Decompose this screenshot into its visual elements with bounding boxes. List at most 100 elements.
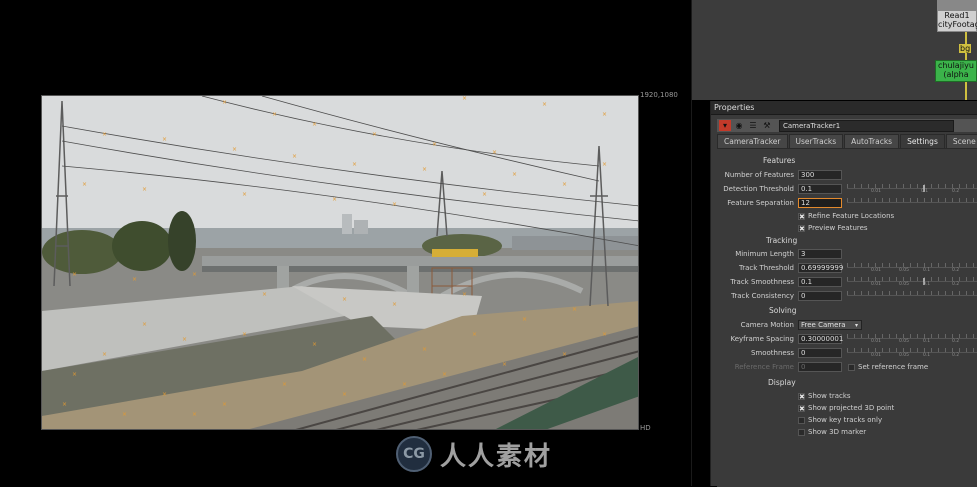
format-label: HD: [640, 424, 651, 432]
node-graph[interactable]: [692, 0, 977, 100]
svg-text:×: ×: [542, 101, 547, 108]
tab-settings[interactable]: Settings: [900, 134, 945, 148]
slider-mark: 0.01: [871, 282, 882, 287]
minimum-length-input[interactable]: 3: [798, 249, 842, 259]
svg-text:×: ×: [352, 161, 357, 168]
read-node-file: cityFootage_: [938, 20, 977, 29]
grade-node[interactable]: chulajiyu (alpha: [935, 60, 977, 82]
svg-text:×: ×: [292, 153, 297, 160]
show-key-tracks-only-box: [798, 416, 805, 424]
viewer-frame[interactable]: × × × × × × × × × × × × × × × × × × × × × × × × × × × × × × …: [41, 95, 639, 430]
svg-text:×: ×: [432, 141, 437, 148]
features-section-label: Features: [763, 156, 796, 165]
refine-feature-locations-check-icon: ✖: [798, 212, 805, 221]
svg-text:×: ×: [562, 351, 567, 358]
slider-mark: 0.01: [871, 339, 882, 344]
show-projected-3d-point-checkbox[interactable]: ✖ Show projected 3D point: [798, 403, 894, 413]
read-node-thumbnail: [938, 1, 976, 11]
keyframe-spacing-slider[interactable]: 0.01 0.05 0.1 0.2: [847, 334, 977, 344]
set-reference-frame-checkbox[interactable]: Set reference frame: [848, 362, 928, 372]
reference-frame-input[interactable]: 0: [798, 362, 842, 372]
tab-bar: CameraTracker UserTracks AutoTracks Sett…: [717, 134, 977, 148]
slider-mark: 0.2: [952, 189, 960, 194]
track-smoothness-slider[interactable]: 0.01 0.05 0.1 0.2: [847, 277, 977, 287]
node-settings-icon[interactable]: ◉: [733, 120, 745, 131]
track-threshold-label: Track Threshold: [738, 264, 794, 272]
watermark-text: 人人素材: [440, 441, 553, 472]
camera-motion-label: Camera Motion: [740, 321, 794, 329]
properties-panel[interactable]: Properties ▾ ◉ ☰ ⚒ CameraTracker1 Camera…: [710, 101, 977, 487]
track-smoothness-input[interactable]: 0.1: [798, 277, 842, 287]
svg-text:×: ×: [72, 271, 77, 278]
tab-usertracks[interactable]: UserTracks: [788, 134, 844, 148]
preview-features-checkbox[interactable]: ✖ Preview Features: [798, 223, 868, 233]
bg-label: bg: [959, 44, 972, 53]
svg-text:×: ×: [332, 196, 337, 203]
smoothness-input[interactable]: 0: [798, 348, 842, 358]
feature-separation-slider[interactable]: [847, 198, 977, 208]
show-key-tracks-only-checkbox[interactable]: Show key tracks only: [798, 415, 882, 425]
track-consistency-input[interactable]: 0: [798, 291, 842, 301]
svg-text:×: ×: [192, 411, 197, 418]
slider-mark: 0.01: [871, 189, 882, 194]
solving-section-label: Solving: [769, 306, 797, 315]
slider-mark: 0.2: [952, 268, 960, 273]
svg-text:×: ×: [162, 391, 167, 398]
refine-feature-locations-checkbox[interactable]: ✖ Refine Feature Locations: [798, 211, 894, 221]
slider-mark: 0.1: [923, 339, 931, 344]
node-name-field[interactable]: CameraTracker1: [779, 119, 954, 132]
detection-threshold-label: Detection Threshold: [723, 185, 794, 193]
slider-mark: 0.05: [899, 339, 910, 344]
preview-features-check-icon: ✖: [798, 224, 805, 233]
detection-threshold-slider[interactable]: 0.01 0.1 0.2: [847, 184, 977, 194]
track-consistency-label: Track Consistency: [731, 292, 794, 300]
svg-text:×: ×: [472, 331, 477, 338]
preview-features-label: Preview Features: [808, 224, 868, 232]
track-threshold-slider[interactable]: 0.01 0.05 0.1 0.2: [847, 263, 977, 273]
svg-text:×: ×: [242, 191, 247, 198]
svg-text:×: ×: [572, 306, 577, 313]
read-node[interactable]: Read1 cityFootage_: [937, 0, 977, 32]
svg-text:×: ×: [142, 186, 147, 193]
svg-text:×: ×: [312, 341, 317, 348]
svg-text:×: ×: [422, 166, 427, 173]
tab-scene[interactable]: Scene: [945, 134, 977, 148]
svg-text:×: ×: [392, 201, 397, 208]
keyframe-spacing-label: Keyframe Spacing: [730, 335, 794, 343]
refine-feature-locations-label: Refine Feature Locations: [808, 212, 895, 220]
slider-mark: 0.01: [871, 353, 882, 358]
show-projected-3d-point-check-icon: ✖: [798, 404, 805, 413]
tab-cameratracker[interactable]: CameraTracker: [717, 134, 788, 148]
svg-text:×: ×: [272, 111, 277, 118]
svg-text:×: ×: [182, 336, 187, 343]
close-node-icon[interactable]: ▾: [719, 120, 731, 131]
feature-separation-input[interactable]: 12: [798, 198, 842, 208]
svg-text:×: ×: [522, 316, 527, 323]
slider-mark: 0.05: [899, 268, 910, 273]
node-tool-icon[interactable]: ⚒: [761, 120, 773, 131]
slider-mark: 0.2: [952, 282, 960, 287]
svg-text:×: ×: [62, 401, 67, 408]
node-float-icon[interactable]: ☰: [747, 120, 759, 131]
show-3d-marker-checkbox[interactable]: Show 3D marker: [798, 427, 866, 437]
keyframe-spacing-input[interactable]: 0.30000001: [798, 334, 843, 344]
viewer-panel[interactable]: × × × × × × × × × × × × × × × × × × × × × × × × × × × × × × …: [0, 0, 691, 486]
show-tracks-checkbox[interactable]: ✖ Show tracks: [798, 391, 851, 401]
detection-threshold-input[interactable]: 0.1: [798, 184, 842, 194]
number-of-features-input[interactable]: 300: [798, 170, 842, 180]
node-header: ▾ ◉ ☰ ⚒ CameraTracker1: [717, 119, 977, 132]
tab-autotracks[interactable]: AutoTracks: [844, 134, 900, 148]
show-3d-marker-label: Show 3D marker: [808, 428, 867, 436]
slider-mark: 0.2: [952, 353, 960, 358]
smoothness-slider[interactable]: 0.01 0.05 0.1 0.2: [847, 348, 977, 358]
slider-mark: 0.01: [871, 268, 882, 273]
svg-text:×: ×: [222, 401, 227, 408]
svg-text:×: ×: [282, 381, 287, 388]
svg-text:×: ×: [372, 131, 377, 138]
slider-mark: 0.1: [923, 353, 931, 358]
track-consistency-slider[interactable]: [847, 291, 977, 301]
slider-mark: 0.1: [921, 189, 929, 194]
camera-motion-dropdown[interactable]: Free Camera ▾: [798, 320, 862, 330]
display-section-label: Display: [768, 378, 796, 387]
track-threshold-input[interactable]: 0.69999999: [798, 263, 843, 273]
